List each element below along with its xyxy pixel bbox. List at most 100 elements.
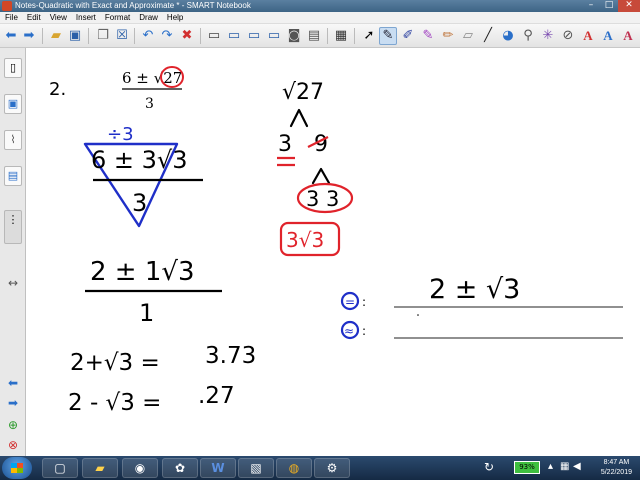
folder-icon[interactable]: ▰ (82, 458, 118, 478)
delete-page-icon[interactable]: ☒ (113, 27, 131, 45)
table-icon[interactable]: ▦ (332, 27, 350, 45)
next-page-icon[interactable]: ➡ (5, 396, 21, 410)
toolbar: ⬅ ➡ ▰ ▣ ❐ ☒ ↶ ↷ ✖ ▭ ▭ ▭ ▭ ◙ ▤ ▦ ➚ ✎ ✐ ✎ … (0, 24, 640, 48)
approx-plus-expr: 2+√3 = (70, 350, 160, 376)
window-controls: – □ ✕ (582, 0, 640, 12)
exact-answer: 2 ± √3 (429, 274, 520, 305)
text-format-icon[interactable]: A (599, 27, 617, 45)
approx-minus-value: .27 (198, 383, 235, 409)
exact-colon: : (362, 295, 366, 309)
notebook-icon[interactable]: ▧ (238, 458, 274, 478)
delete-icon[interactable]: ✖ (178, 27, 196, 45)
start-button[interactable] (2, 457, 32, 479)
save-icon[interactable]: ▣ (66, 27, 84, 45)
given-denominator: 3 (145, 96, 154, 112)
clock-time: 8:47 AM (603, 459, 630, 466)
shape-icon[interactable]: ◕ (499, 27, 517, 45)
menu-format[interactable]: Format (100, 12, 134, 23)
volume-icon[interactable]: ◀ (573, 461, 581, 472)
step1-denominator: 3 (132, 189, 147, 217)
factor-sub-branches: 3 3 (306, 187, 339, 211)
windows-explorer-icon[interactable]: ▢ (42, 458, 78, 478)
smart-ink-icon[interactable]: ✿ (162, 458, 198, 478)
clock-date: 5/22/2019 (600, 469, 632, 476)
panel-scrollbar[interactable]: ⋮ (4, 210, 22, 244)
rubber-eraser-icon[interactable]: ▱ (459, 27, 477, 45)
menu-bar: File Edit View Insert Format Draw Help (0, 12, 640, 24)
menu-draw[interactable]: Draw (134, 12, 162, 23)
menu-view[interactable]: View (45, 12, 71, 23)
screen-capture-icon[interactable]: ▤ (305, 27, 323, 45)
factor-root: √27 (282, 80, 324, 105)
open-folder-icon[interactable]: ▰ (47, 27, 65, 45)
approx-minus-expr: 2 - √3 = (68, 390, 161, 416)
window-title: Notes-Quadratic with Exact and Approxima… (15, 1, 251, 10)
factor-result: 3√3 (286, 228, 324, 252)
paste-icon[interactable]: ❐ (94, 27, 112, 45)
smart-tools-icon[interactable]: ◉ (122, 458, 158, 478)
forward-arrow-icon[interactable]: ➡ (20, 27, 38, 45)
menu-help[interactable]: Help (162, 12, 187, 23)
back-arrow-icon[interactable]: ⬅ (2, 27, 20, 45)
notebook-page[interactable]: 2. 6 ± √27 3 √27 3 9 3 3 3√3 ÷3 6 ± 3√3 … (27, 48, 640, 456)
pen-icon[interactable]: ✎ (379, 27, 397, 45)
ink-layer: 2. 6 ± √27 3 √27 3 9 3 3 3√3 ÷3 6 ± 3√3 … (49, 66, 623, 416)
menu-insert[interactable]: Insert (71, 12, 100, 23)
approx-plus-value: 3.73 (205, 343, 256, 369)
factor-right: 9 (314, 132, 328, 157)
add-page-icon[interactable]: ⊕ (5, 418, 21, 432)
settings-icon[interactable]: ⚙ (314, 458, 350, 478)
chrome-icon[interactable]: ◍ (276, 458, 312, 478)
line-icon[interactable]: ╱ (479, 27, 497, 45)
monitor-icon[interactable]: ▭ (265, 27, 283, 45)
capture-icon[interactable]: ▭ (245, 27, 263, 45)
properties-icon[interactable]: ▤ (4, 166, 22, 186)
problem-number: 2. (49, 79, 66, 100)
redo-icon[interactable]: ↷ (158, 27, 176, 45)
screen-shade-icon[interactable]: ▭ (205, 27, 223, 45)
magic-pen-icon[interactable]: ⚲ (519, 27, 537, 45)
delete-page-side-icon[interactable]: ⊗ (5, 438, 21, 452)
maximize-button[interactable]: □ (600, 0, 618, 12)
select-arrow-icon[interactable]: ➚ (360, 27, 378, 45)
step2-numerator: 2 ± 1√3 (90, 257, 195, 287)
text-icon[interactable]: A (579, 27, 597, 45)
previous-page-icon[interactable]: ⬅ (5, 376, 21, 390)
page-sorter-icon[interactable]: ▯ (4, 58, 22, 78)
menu-edit[interactable]: Edit (22, 12, 45, 23)
step1-numerator: 6 ± 3√3 (91, 146, 187, 174)
clock[interactable]: 8:47 AM 5/22/2019 (601, 458, 632, 478)
notebook-app-icon (2, 1, 12, 11)
factor-left: 3 (278, 132, 292, 157)
side-tab-panel: ▯ ▣ ⌇ ▤ ⋮ ↔ ⬅ ➡ ⊕ ⊗ (0, 48, 26, 456)
given-numerator: 6 ± √27 (122, 69, 182, 87)
eraser-icon[interactable]: ✏ (439, 27, 457, 45)
taskbar: ▢ ▰ ◉ ✿ W ▧ ◍ ⚙ ↻ 93% ▴ ▦ ◀ 8:47 AM 5/22… (0, 456, 640, 480)
exact-symbol: = (345, 295, 355, 309)
minimize-button[interactable]: – (582, 0, 600, 12)
word-icon[interactable]: W (200, 458, 236, 478)
refresh-icon[interactable]: ↻ (484, 460, 494, 474)
properties-icon[interactable]: A (619, 27, 637, 45)
attachments-icon[interactable]: ⌇ (4, 130, 22, 150)
tray-arrow-icon[interactable]: ▴ (548, 461, 553, 472)
document-camera-icon[interactable]: ◙ (285, 27, 303, 45)
close-button[interactable]: ✕ (618, 0, 640, 12)
highlighter-icon[interactable]: ✎ (419, 27, 437, 45)
menu-file[interactable]: File (0, 12, 22, 23)
step2-denominator: 1 (139, 299, 154, 327)
divide-note: ÷3 (107, 124, 134, 145)
network-icon[interactable]: ▦ (560, 461, 569, 472)
windows-logo-icon (11, 463, 23, 473)
title-bar: Notes-Quadratic with Exact and Approxima… (0, 0, 640, 12)
approx-colon: : (362, 324, 366, 338)
creative-pen-icon[interactable]: ✐ (399, 27, 417, 45)
fill-icon[interactable]: ✳ (539, 27, 557, 45)
gallery-icon[interactable]: ▣ (4, 94, 22, 114)
battery-indicator[interactable]: 93% (514, 461, 540, 474)
move-panel-icon[interactable]: ↔ (5, 276, 21, 290)
undo-icon[interactable]: ↶ (139, 27, 157, 45)
display-icon[interactable]: ▭ (225, 27, 243, 45)
approx-symbol: ≈ (344, 324, 354, 338)
fill-bucket-icon[interactable]: ⊘ (559, 27, 577, 45)
